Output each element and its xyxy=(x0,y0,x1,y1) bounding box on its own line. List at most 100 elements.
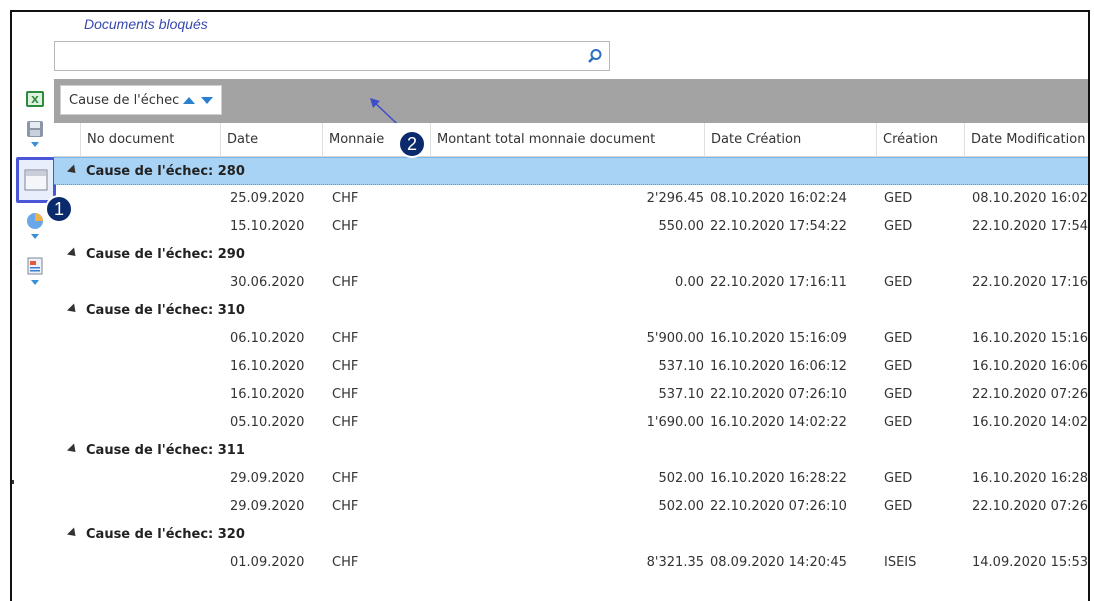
cell-amount: 537.10 xyxy=(658,359,705,374)
table-row[interactable]: 29.09.2020 CHF 502.00 16.10.2020 16:28:22 GE… xyxy=(54,465,1088,493)
group-by-panel[interactable]: Cause de l'échec xyxy=(54,79,1088,123)
cell-date: 01.09.2020 xyxy=(230,555,305,570)
cell-date-created: 22.10.2020 17:54:22 xyxy=(710,219,847,234)
chart-icon[interactable] xyxy=(24,210,46,232)
cell-date-modified: 22.10.2020 17:16:1 xyxy=(972,275,1090,290)
search-button[interactable] xyxy=(581,42,609,70)
expand-collapse-icon[interactable] xyxy=(66,527,80,540)
report-dropdown-icon[interactable] xyxy=(31,280,39,285)
cell-date-modified: 22.10.2020 07:26:1 xyxy=(972,387,1090,402)
sort-ascending-icon[interactable] xyxy=(183,96,196,104)
cell-date: 06.10.2020 xyxy=(230,331,305,346)
expand-collapse-icon[interactable] xyxy=(66,164,80,177)
chevron-down-icon[interactable] xyxy=(201,96,214,104)
table-row[interactable]: 15.10.2020 CHF 550.00 22.10.2020 17:54:22 GE… xyxy=(54,213,1090,241)
callout-2: 2 xyxy=(398,130,426,158)
cell-date-created: 22.10.2020 07:26:10 xyxy=(710,499,847,514)
cell-amount: 2'296.45 xyxy=(646,191,704,206)
table-row[interactable]: 25.09.2020 CHF 2'296.45 08.10.2020 16:02:24… xyxy=(54,185,1090,213)
table-row[interactable]: 06.10.2020 CHF 5'900.00 16.10.2020 15:16:09… xyxy=(54,325,1090,353)
group-row-label: Cause de l'échec: 290 xyxy=(86,247,245,262)
documents-grid: No document Date Monnaie Montant total m… xyxy=(54,123,1090,577)
cell-currency: CHF xyxy=(332,387,359,402)
column-header-total-amount[interactable]: Montant total monnaie document xyxy=(430,123,704,157)
cell-creation: GED xyxy=(884,415,913,430)
cell-creation: GED xyxy=(884,191,913,206)
cell-currency: CHF xyxy=(332,499,359,514)
app-window: X 1 Documents bloqués Cause de l'échec N… xyxy=(10,10,1090,601)
cell-date-modified: 22.10.2020 17:54:2 xyxy=(972,219,1090,234)
cell-date-modified: 16.10.2020 15:16:0 xyxy=(972,331,1090,346)
column-header-creation[interactable]: Création xyxy=(876,123,964,157)
left-toolbar: X xyxy=(12,12,56,601)
cell-date-modified: 08.10.2020 16:02:2 xyxy=(972,191,1090,206)
cell-creation: GED xyxy=(884,387,913,402)
report-icon[interactable] xyxy=(24,255,46,277)
cell-date-created: 22.10.2020 07:26:10 xyxy=(710,387,847,402)
chart-dropdown-icon[interactable] xyxy=(31,234,39,239)
column-header-date-created[interactable]: Date Création xyxy=(704,123,876,157)
group-row[interactable]: Cause de l'échec: 280 xyxy=(54,157,1088,185)
group-row-label: Cause de l'échec: 280 xyxy=(86,164,245,179)
table-row[interactable]: 30.06.2020 CHF 0.00 22.10.2020 17:16:11 GED 2… xyxy=(54,269,1090,297)
cell-date: 25.09.2020 xyxy=(230,191,305,206)
cell-amount: 502.00 xyxy=(658,471,705,486)
cell-creation: ISEIS xyxy=(884,555,917,570)
cell-amount: 1'690.00 xyxy=(646,415,704,430)
table-row[interactable]: 29.09.2020 CHF 502.00 22.10.2020 07:26:10 GE… xyxy=(54,493,1090,521)
search-box xyxy=(54,41,610,71)
callout-2-label: 2 xyxy=(406,133,417,154)
cell-currency: CHF xyxy=(332,359,359,374)
save-layout-icon[interactable] xyxy=(24,118,46,140)
cell-creation: GED xyxy=(884,275,913,290)
column-header-no-document[interactable]: No document xyxy=(80,123,220,157)
cell-date-modified: 22.10.2020 07:26:1 xyxy=(972,499,1090,514)
page-title: Documents bloqués xyxy=(84,16,208,32)
cell-creation: GED xyxy=(884,499,913,514)
group-row[interactable]: Cause de l'échec: 320 xyxy=(54,521,1088,549)
column-header-date[interactable]: Date xyxy=(220,123,322,157)
group-row[interactable]: Cause de l'échec: 290 xyxy=(54,241,1088,269)
cell-date: 29.09.2020 xyxy=(230,499,305,514)
cell-creation: GED xyxy=(884,331,913,346)
cell-date: 29.09.2020 xyxy=(230,471,305,486)
grid-header: No document Date Monnaie Montant total m… xyxy=(54,123,1088,157)
cell-amount: 537.10 xyxy=(658,387,705,402)
cell-amount: 8'321.35 xyxy=(646,555,704,570)
search-input[interactable] xyxy=(55,42,575,70)
expand-collapse-icon[interactable] xyxy=(66,443,80,456)
group-row-label: Cause de l'échec: 320 xyxy=(86,527,245,542)
cell-date: 05.10.2020 xyxy=(230,415,305,430)
table-row[interactable]: 16.10.2020 CHF 537.10 16.10.2020 16:06:12 GE… xyxy=(54,353,1090,381)
table-row[interactable]: 05.10.2020 CHF 1'690.00 16.10.2020 14:02:22… xyxy=(54,409,1088,437)
table-row[interactable]: 01.09.2020 CHF 8'321.35 08.09.2020 14:20:45… xyxy=(54,549,1088,577)
expand-collapse-icon[interactable] xyxy=(66,247,80,260)
group-panel-toggle-button[interactable] xyxy=(16,157,56,203)
cell-date-created: 16.10.2020 16:06:12 xyxy=(710,359,847,374)
grid-body: Cause de l'échec: 280 25.09.2020 CHF 2'296.… xyxy=(54,157,1090,577)
column-header-date-modified[interactable]: Date Modification xyxy=(964,123,1088,157)
cell-date-created: 16.10.2020 15:16:09 xyxy=(710,331,847,346)
excel-export-icon[interactable]: X xyxy=(24,88,46,110)
cell-currency: CHF xyxy=(332,555,359,570)
cell-date-modified: 16.10.2020 16:06:1 xyxy=(972,359,1090,374)
cell-currency: CHF xyxy=(332,415,359,430)
cell-currency: CHF xyxy=(332,219,359,234)
cell-amount: 5'900.00 xyxy=(646,331,704,346)
svg-text:X: X xyxy=(31,95,39,106)
splitter-handle[interactable] xyxy=(12,480,14,484)
cell-creation: GED xyxy=(884,359,913,374)
cell-currency: CHF xyxy=(332,275,359,290)
header-expander xyxy=(54,123,80,157)
cell-amount: 0.00 xyxy=(675,275,704,290)
save-layout-dropdown-icon[interactable] xyxy=(31,142,39,147)
cell-date: 16.10.2020 xyxy=(230,359,305,374)
cell-date: 15.10.2020 xyxy=(230,219,305,234)
expand-collapse-icon[interactable] xyxy=(66,303,80,316)
group-chip-cause[interactable]: Cause de l'échec xyxy=(60,85,223,115)
cell-currency: CHF xyxy=(332,471,359,486)
cell-amount: 550.00 xyxy=(658,219,705,234)
group-row[interactable]: Cause de l'échec: 311 xyxy=(54,437,1088,465)
group-row[interactable]: Cause de l'échec: 310 xyxy=(54,297,1088,325)
table-row[interactable]: 16.10.2020 CHF 537.10 22.10.2020 07:26:10 GE… xyxy=(54,381,1090,409)
